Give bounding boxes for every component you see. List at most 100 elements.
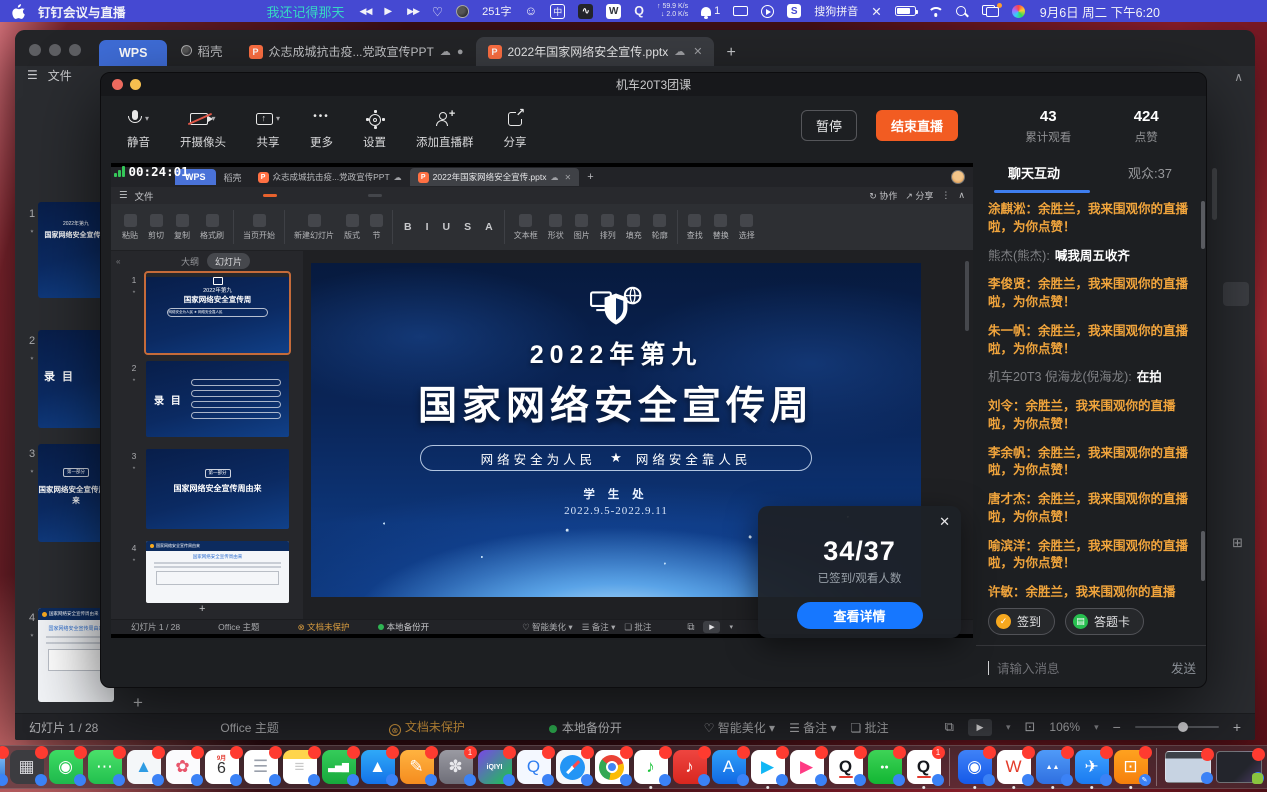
control-center-icon[interactable]: [1012, 5, 1025, 18]
fit-window-icon[interactable]: ⊡: [1024, 719, 1035, 735]
reminders[interactable]: ☰: [244, 750, 278, 784]
notes-button[interactable]: ☰ 备注 ▾: [582, 621, 616, 633]
notes[interactable]: ≡: [283, 750, 317, 784]
ribbon-button[interactable]: U: [436, 221, 458, 233]
collapse-ribbon-icon[interactable]: ∧: [958, 190, 965, 201]
zoom-level[interactable]: 106%: [1049, 720, 1080, 734]
ime-name[interactable]: 搜狗拼音: [814, 3, 858, 19]
minimize-icon[interactable]: [49, 44, 61, 56]
close-icon[interactable]: ✕: [939, 514, 950, 530]
tab-docer[interactable]: 稻壳: [216, 168, 250, 187]
app-store[interactable]: A: [712, 750, 746, 784]
qq-2[interactable]: Q 1: [907, 750, 941, 784]
zoom-out-button[interactable]: −: [1113, 719, 1121, 735]
active-app-name[interactable]: 钉钉会议与直播: [38, 2, 126, 21]
ribbon-button[interactable]: 剪切: [143, 214, 169, 241]
ribbon-button[interactable]: [284, 210, 285, 244]
ribbon-button[interactable]: 格式刷: [195, 214, 229, 241]
scrollbar[interactable]: [1212, 168, 1217, 220]
qq-music[interactable]: ♪: [634, 750, 668, 784]
display-icon[interactable]: [733, 6, 748, 16]
music-app-icon[interactable]: [456, 5, 469, 18]
ribbon-button[interactable]: 形状: [543, 214, 569, 241]
pause-live-button[interactable]: 暂停: [801, 110, 857, 141]
side-tool-icon[interactable]: [1223, 183, 1249, 207]
window-preview-dark[interactable]: [1216, 751, 1262, 783]
ribbon-button[interactable]: B: [397, 221, 419, 233]
network-speed-widget[interactable]: ↑ 59.9 K/s↓ 2.0 K/s: [657, 3, 688, 19]
doc-protect-status[interactable]: ⊗文档未保护: [389, 718, 465, 737]
zoom-in-button[interactable]: +: [1233, 719, 1241, 735]
dingtalk[interactable]: ✈: [1075, 750, 1109, 784]
sogou-ime-icon[interactable]: S: [787, 4, 801, 18]
ribbon-button[interactable]: 排列: [595, 214, 621, 241]
dock-divider[interactable]: [1156, 748, 1157, 786]
slide-thumbnail-4[interactable]: 国家网络安全宣传周由来 国家网络安全宣传周由来: [146, 541, 289, 603]
chat-message-list[interactable]: 涂麒淞：余胜兰，我来围观你的直播啦，为你点赞！熊杰(熊杰):喊我周五收齐李俊贤：…: [976, 193, 1207, 602]
window-preview-wps[interactable]: [1165, 751, 1211, 783]
wps-office[interactable]: W: [997, 750, 1031, 784]
ribbon-button[interactable]: I: [419, 221, 436, 233]
youku[interactable]: ▶: [790, 750, 824, 784]
media-next-icon[interactable]: ▶▶: [407, 6, 419, 17]
ribbon-button[interactable]: [233, 210, 234, 244]
add-slide-button[interactable]: +: [133, 693, 143, 713]
pages[interactable]: ✎: [400, 750, 434, 784]
settings[interactable]: ✽ 1: [439, 750, 473, 784]
finder[interactable]: ☺: [0, 750, 5, 784]
backup-status[interactable]: 本地备份开: [378, 621, 430, 633]
calendar[interactable]: 9月 6: [205, 750, 239, 784]
ribbon-tab[interactable]: [305, 194, 319, 197]
photos[interactable]: ✿: [166, 750, 200, 784]
smart-beautify-button[interactable]: ♡ 智能美化 ▾: [704, 719, 775, 736]
ribbon-tab[interactable]: [284, 194, 298, 197]
play-options-caret[interactable]: ▾: [1006, 722, 1011, 733]
send-button[interactable]: 发送: [1171, 658, 1196, 677]
zoom-slider[interactable]: [1135, 726, 1219, 728]
lyrics-widget[interactable]: 我还记得那天: [267, 2, 345, 21]
menubar-clock[interactable]: 9月6日 周二 下午6:20: [1040, 2, 1160, 21]
spotlight-search-icon[interactable]: [956, 6, 966, 16]
qq-menubar-icon[interactable]: Q: [634, 4, 644, 18]
ribbon-tab[interactable]: [263, 194, 277, 197]
close-tab-icon[interactable]: ✕: [693, 45, 702, 58]
new-tab-button[interactable]: +: [714, 40, 747, 66]
ribbon-button[interactable]: [677, 210, 678, 244]
chevron-down-icon[interactable]: [145, 114, 149, 123]
ribbon-button[interactable]: 粘贴: [117, 214, 143, 241]
tab-document-1[interactable]: P众志成城抗击疫...党政宣传PPT☁: [250, 168, 410, 186]
quick-action-button[interactable]: ▤答题卡: [1065, 608, 1144, 635]
ribbon-button[interactable]: 替换: [708, 214, 734, 241]
zoom-icon[interactable]: [69, 44, 81, 56]
favorite-heart-icon[interactable]: ♡: [432, 4, 443, 19]
ribbon-button[interactable]: A: [478, 221, 500, 233]
live-control-button[interactable]: 设置: [363, 110, 386, 150]
ribbon-button[interactable]: [392, 210, 393, 244]
voov-meeting[interactable]: ◉: [958, 750, 992, 784]
live-control-button[interactable]: 更多: [310, 110, 333, 150]
slide-thumbnail-2[interactable]: 录 目: [146, 361, 289, 437]
netease-music[interactable]: ♪: [673, 750, 707, 784]
tab-document-2[interactable]: P2022年国家网络安全宣传.pptx☁✕: [410, 168, 580, 186]
live-control-button[interactable]: 静音: [127, 110, 150, 150]
doc-protect-status[interactable]: ⊗ 文档未保护: [298, 621, 350, 633]
ribbon-button[interactable]: [504, 210, 505, 244]
avatar[interactable]: [951, 170, 965, 184]
zoom-caret[interactable]: ▾: [1094, 722, 1099, 733]
live-control-button[interactable]: 添加直播群: [416, 110, 474, 150]
chevron-down-icon[interactable]: [276, 114, 280, 123]
end-live-button[interactable]: 结束直播: [876, 110, 958, 141]
media-play-icon[interactable]: ▶: [384, 6, 392, 17]
tab-slides[interactable]: 幻灯片: [207, 253, 250, 269]
apple-menu-icon[interactable]: [12, 4, 25, 19]
wps-menubar-icon[interactable]: W: [606, 4, 621, 19]
numbers[interactable]: ▃▅▇: [322, 750, 356, 784]
word-count[interactable]: 251字: [482, 3, 511, 19]
ribbon-button[interactable]: 填充: [621, 214, 647, 241]
slide-thumbnail-1[interactable]: 2022年第九 国家网络安全宣传周 网络安全为人民 ★ 网络安全靠人民: [146, 273, 289, 353]
collapse-panel-icon[interactable]: «: [116, 257, 120, 266]
side-tool-icon[interactable]: [1223, 315, 1249, 339]
mountain-app[interactable]: ▲▲: [1036, 750, 1070, 784]
wechat[interactable]: ●●: [868, 750, 902, 784]
dock-divider[interactable]: [949, 748, 950, 786]
